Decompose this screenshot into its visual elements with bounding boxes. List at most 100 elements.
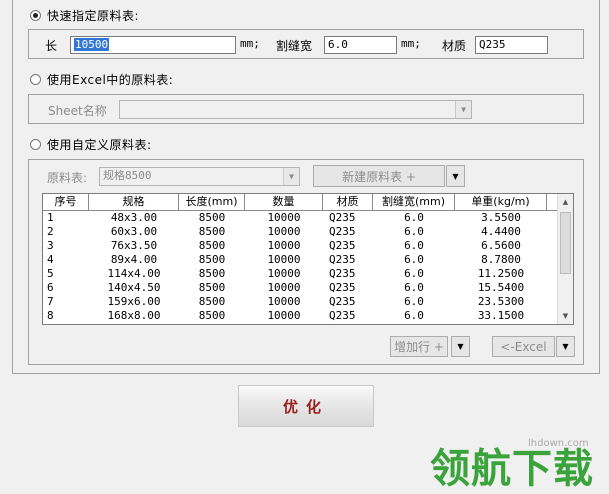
table-cell[interactable]: 10000 xyxy=(245,253,323,267)
table-cell[interactable]: 114x4.00 xyxy=(89,267,179,281)
table-cell[interactable]: 6.0 xyxy=(373,281,455,295)
table-cell[interactable]: Q235 xyxy=(323,309,373,323)
radio-quick-dot[interactable] xyxy=(30,9,41,21)
table-cell[interactable]: 11.2500 xyxy=(455,267,547,281)
table-cell[interactable]: 8500 xyxy=(179,225,245,239)
import-excel-dropdown[interactable]: ▼ xyxy=(556,336,575,357)
table-row[interactable]: 6 140x4.50 8500 10000 Q235 6.0 15.5400 xyxy=(43,281,573,295)
table-cell[interactable]: 8500 xyxy=(179,239,245,253)
header-cell[interactable]: 序号 xyxy=(43,194,89,210)
material-input[interactable]: Q235 xyxy=(475,36,548,54)
table-cell[interactable]: Q235 xyxy=(323,225,373,239)
header-cell[interactable]: 规格 xyxy=(89,194,179,210)
table-cell[interactable]: Q235 xyxy=(323,253,373,267)
table-cell[interactable]: 6.0 xyxy=(373,225,455,239)
quick-group: 长 10500 mm; 割缝宽 6.0 mm; 材质 Q235 xyxy=(28,29,584,59)
table-cell[interactable]: 4 xyxy=(43,253,89,267)
table-row[interactable]: 7 159x6.00 8500 10000 Q235 6.0 23.5300 xyxy=(43,295,573,309)
sheet-name-select[interactable]: ▼ xyxy=(119,100,472,119)
import-excel-button[interactable]: <-Excel xyxy=(492,336,555,357)
radio-custom-dot[interactable] xyxy=(30,138,41,150)
scroll-down-icon[interactable]: ▼ xyxy=(558,308,573,324)
chevron-down-icon[interactable]: ▼ xyxy=(283,168,299,185)
sheet-name-label: Sheet名称 xyxy=(48,104,107,118)
table-cell[interactable]: 8500 xyxy=(179,295,245,309)
material-table-select[interactable]: 规格8500 ▼ xyxy=(99,167,300,186)
table-cell[interactable]: 3.5500 xyxy=(455,211,547,225)
table-body: 1 48x3.00 8500 10000 Q235 6.0 3.5500 2 60x3.00 85… xyxy=(43,211,573,323)
table-cell[interactable]: 48x3.00 xyxy=(89,211,179,225)
table-cell[interactable]: 10000 xyxy=(245,267,323,281)
length-input[interactable]: 10500 xyxy=(70,36,236,54)
add-row-button[interactable]: 增加行 + xyxy=(390,336,448,357)
table-cell[interactable]: 6.5600 xyxy=(455,239,547,253)
table-cell[interactable]: 6.0 xyxy=(373,295,455,309)
table-cell[interactable]: 6.0 xyxy=(373,239,455,253)
table-row[interactable]: 1 48x3.00 8500 10000 Q235 6.0 3.5500 xyxy=(43,211,573,225)
header-cell[interactable]: 单重(kg/m) xyxy=(455,194,547,210)
radio-excel-dot[interactable] xyxy=(30,73,41,85)
table-cell[interactable]: 7 xyxy=(43,295,89,309)
table-row[interactable]: 5 114x4.00 8500 10000 Q235 6.0 11.2500 xyxy=(43,267,573,281)
new-table-dropdown[interactable]: ▼ xyxy=(446,165,465,187)
table-cell[interactable]: 6.0 xyxy=(373,267,455,281)
table-cell[interactable]: 1 xyxy=(43,211,89,225)
header-cell[interactable]: 长度(mm) xyxy=(179,194,245,210)
table-cell[interactable]: 168x8.00 xyxy=(89,309,179,323)
header-cell[interactable]: 材质 xyxy=(323,194,373,210)
chevron-down-icon[interactable]: ▼ xyxy=(455,101,471,118)
optimize-button[interactable]: 优化 xyxy=(238,385,374,427)
kerf-input[interactable]: 6.0 xyxy=(324,36,397,54)
table-cell[interactable]: Q235 xyxy=(323,295,373,309)
table-cell[interactable]: 8500 xyxy=(179,309,245,323)
table-cell[interactable]: 5 xyxy=(43,267,89,281)
chevron-down-icon: ▼ xyxy=(457,342,464,351)
material-table[interactable]: 序号 规格 长度(mm) 数量 材质 割缝宽(mm) 单重(kg/m) 1 48x… xyxy=(42,193,574,325)
scroll-thumb[interactable] xyxy=(560,212,571,274)
table-cell[interactable]: 33.1500 xyxy=(455,309,547,323)
radio-excel-option[interactable]: 使用Excel中的原料表: xyxy=(30,71,173,87)
table-cell[interactable]: 6.0 xyxy=(373,211,455,225)
table-row[interactable]: 4 89x4.00 8500 10000 Q235 6.0 8.7800 xyxy=(43,253,573,267)
table-cell[interactable]: 89x4.00 xyxy=(89,253,179,267)
table-row[interactable]: 8 168x8.00 8500 10000 Q235 6.0 33.1500 xyxy=(43,309,573,323)
table-cell[interactable]: 3 xyxy=(43,239,89,253)
table-cell[interactable]: 10000 xyxy=(245,225,323,239)
table-cell[interactable]: Q235 xyxy=(323,281,373,295)
table-cell[interactable]: 159x6.00 xyxy=(89,295,179,309)
table-cell[interactable]: Q235 xyxy=(323,267,373,281)
header-cell[interactable]: 割缝宽(mm) xyxy=(373,194,455,210)
table-cell[interactable]: 10000 xyxy=(245,309,323,323)
scroll-up-icon[interactable]: ▲ xyxy=(558,194,573,210)
add-row-dropdown[interactable]: ▼ xyxy=(451,336,470,357)
table-row[interactable]: 3 76x3.50 8500 10000 Q235 6.0 6.5600 xyxy=(43,239,573,253)
new-table-button[interactable]: 新建原料表 + xyxy=(313,165,445,187)
table-cell[interactable]: 76x3.50 xyxy=(89,239,179,253)
table-cell[interactable]: 8.7800 xyxy=(455,253,547,267)
table-cell[interactable]: 6.0 xyxy=(373,309,455,323)
table-cell[interactable]: 4.4400 xyxy=(455,225,547,239)
table-cell[interactable]: 60x3.00 xyxy=(89,225,179,239)
table-cell[interactable]: 8500 xyxy=(179,253,245,267)
table-cell[interactable]: 10000 xyxy=(245,295,323,309)
table-cell[interactable]: 8500 xyxy=(179,281,245,295)
table-cell[interactable]: 8 xyxy=(43,309,89,323)
table-cell[interactable]: 6 xyxy=(43,281,89,295)
table-cell[interactable]: Q235 xyxy=(323,211,373,225)
table-cell[interactable]: 140x4.50 xyxy=(89,281,179,295)
radio-custom-option[interactable]: 使用自定义原料表: xyxy=(30,136,152,152)
table-cell[interactable]: 10000 xyxy=(245,239,323,253)
table-cell[interactable]: Q235 xyxy=(323,239,373,253)
table-cell[interactable]: 10000 xyxy=(245,281,323,295)
table-cell[interactable]: 8500 xyxy=(179,267,245,281)
header-cell[interactable]: 数量 xyxy=(245,194,323,210)
table-scrollbar[interactable]: ▲ ▼ xyxy=(557,194,573,324)
table-cell[interactable]: 6.0 xyxy=(373,253,455,267)
table-cell[interactable]: 23.5300 xyxy=(455,295,547,309)
table-cell[interactable]: 10000 xyxy=(245,211,323,225)
table-cell[interactable]: 15.5400 xyxy=(455,281,547,295)
table-cell[interactable]: 2 xyxy=(43,225,89,239)
radio-quick-option[interactable]: 快速指定原料表: xyxy=(30,7,139,23)
table-cell[interactable]: 8500 xyxy=(179,211,245,225)
table-row[interactable]: 2 60x3.00 8500 10000 Q235 6.0 4.4400 xyxy=(43,225,573,239)
